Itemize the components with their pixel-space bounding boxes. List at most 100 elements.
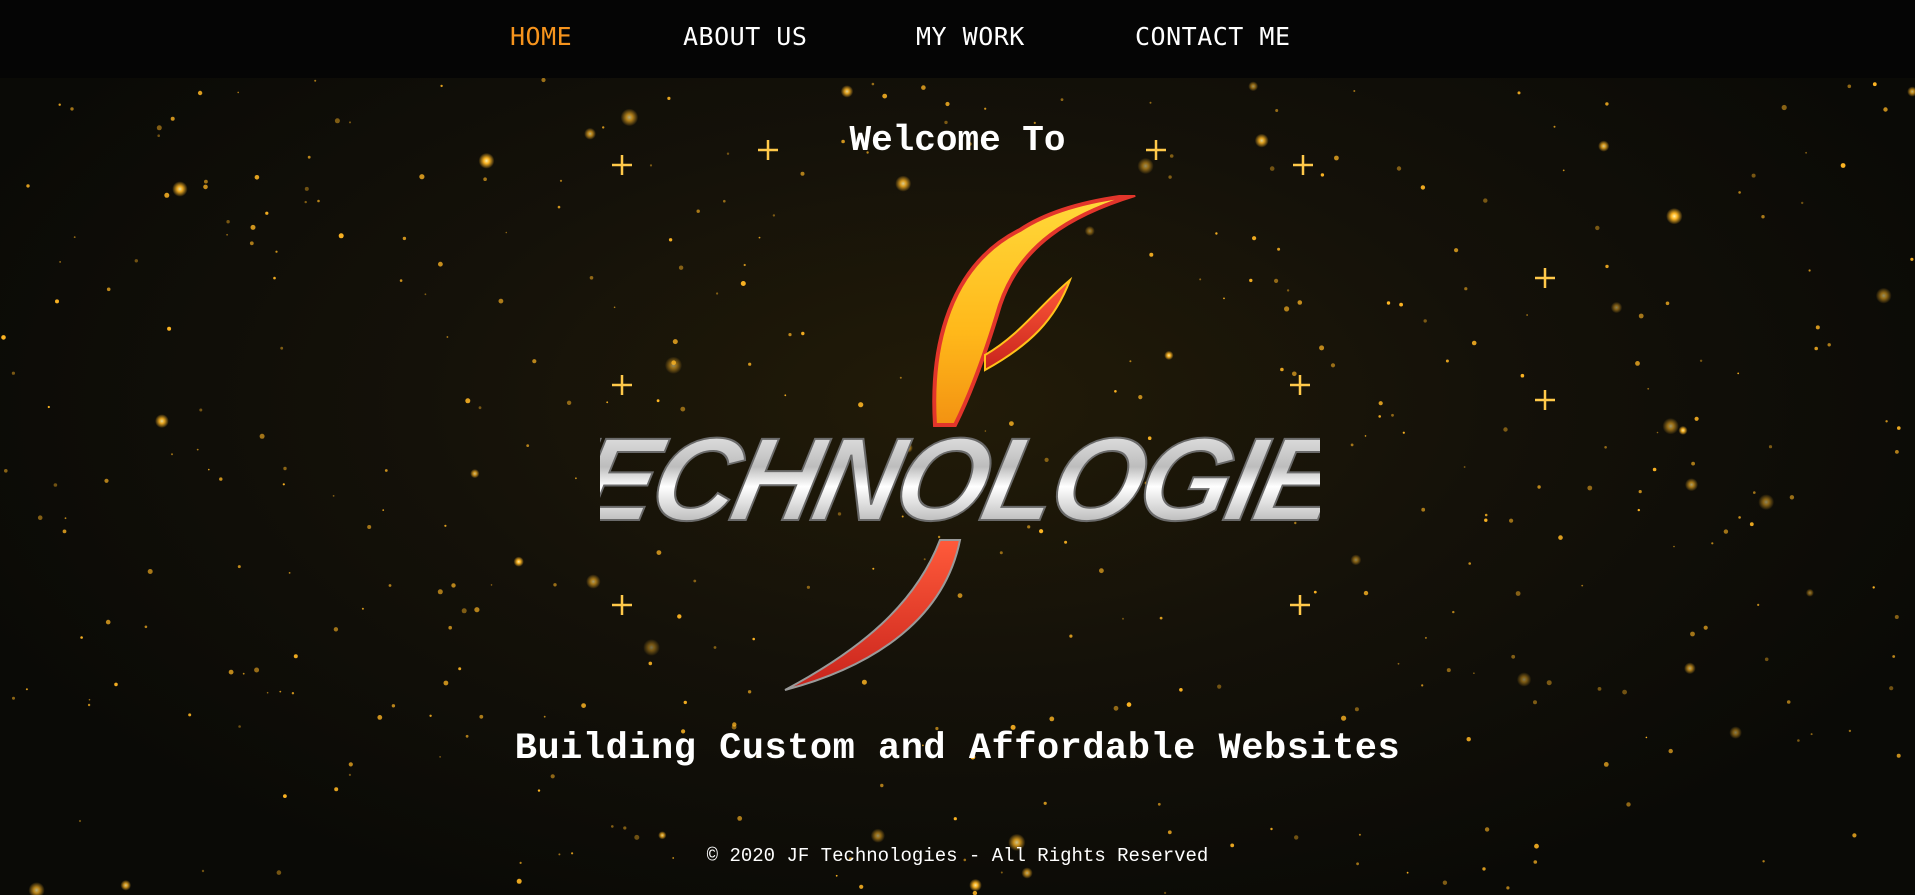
particle-dot [1391,413,1394,417]
particle-dot [667,96,671,100]
particle-dot [1446,668,1451,673]
particle-dot [461,608,467,614]
particle-dot [871,82,875,86]
particle-dot [1805,588,1814,597]
particle-dot [1484,518,1488,522]
particle-dot [196,448,199,451]
particle-dot [1883,107,1888,112]
particle-dot [1515,591,1521,596]
particle-dot [1396,166,1402,171]
particle-dot [26,184,30,188]
particle-dot [478,406,482,410]
particle-dot [1895,450,1899,454]
nav-contact-me-link[interactable]: CONTACT ME [1135,22,1291,51]
particle-dot [458,667,462,671]
particle-dot [543,715,546,718]
particle-dot [1533,700,1537,705]
particle-dot [1875,287,1892,304]
particle-dot [1610,301,1623,314]
particle-dot [505,231,508,234]
particle-dot [203,184,208,190]
particle-dot [382,509,385,511]
particle-dot [1558,535,1563,540]
particle-dot [1509,518,1514,523]
nav-about-us-link[interactable]: ABOUT US [683,22,807,51]
particle-dot [228,669,234,675]
particle-dot [304,200,307,204]
particle-dot [237,91,239,94]
particle-dot [384,469,388,472]
particle-dot [87,703,91,707]
particle-dot [419,174,425,180]
particle-dot [1386,301,1391,305]
particle-dot [134,259,138,263]
particle-dot [683,700,687,705]
particle-dot [171,453,173,456]
particle-dot [438,261,443,267]
particle-dot [37,515,43,520]
welcome-heading: Welcome To [849,120,1066,161]
particle-dot [120,880,132,891]
particle-dot [1852,833,1857,838]
particle-dot [62,529,67,534]
particle-dot [623,826,627,830]
particle-dot [1164,891,1167,895]
top-navigation: HOME ABOUT US MY WORK CONTACT ME [0,0,1915,78]
particle-dot [1126,702,1132,707]
particle-dot [1605,102,1609,106]
particle-dot [1503,427,1508,432]
particle-dot [437,589,443,595]
particle-dot [1378,401,1383,406]
particle-dot [921,85,926,90]
particle-dot [1753,491,1756,494]
particle-dot [283,466,287,471]
particle-dot [275,250,278,253]
particle-dot [1626,802,1631,807]
particle-dot [59,261,61,263]
particle-dot [104,478,109,483]
particle-dot [80,636,83,639]
particle-dot [208,468,210,471]
particle-dot [317,199,320,203]
particle-dot [984,107,987,110]
particle-dot [1827,343,1831,347]
particle-dot [55,299,59,304]
particle-dot [1442,880,1448,885]
particle-dot [249,241,254,246]
particle-dot [4,469,8,473]
nav-my-work-link[interactable]: MY WORK [916,22,1025,51]
particle-dot [559,179,563,182]
particle-dot [1587,485,1593,491]
particle-dot [1662,418,1679,435]
particle-dot [553,583,557,587]
particle-dot [1723,529,1729,534]
nav-home-link[interactable]: HOME [510,22,572,51]
particle-dot [1520,373,1525,378]
particle-dot [12,696,15,700]
particle-dot [1468,562,1471,565]
particle-dot [1638,313,1644,319]
particle-dot [1399,302,1403,307]
particle-dot [658,831,667,840]
particle-dot [1454,248,1459,253]
logo-f-lower-swoosh [784,539,962,691]
particle-dot [1872,586,1875,589]
particle-dot [172,181,188,197]
particle-dot [114,682,118,687]
particle-dot [1897,426,1901,430]
particle-dot [1757,603,1760,607]
particle-dot [1673,545,1675,548]
particle-dot [259,433,265,439]
particle-dot [490,584,493,586]
particle-dot [167,326,172,331]
particle-dot [649,164,653,167]
particle-dot [391,704,396,708]
particle-dot [1638,490,1642,494]
particle-dot [1452,610,1455,614]
particle-dot [470,469,480,479]
particle-dot [304,186,309,191]
particle-dot [1635,361,1640,366]
particle-dot [448,625,453,630]
particle-dot [273,276,276,280]
particle-dot [332,495,335,497]
